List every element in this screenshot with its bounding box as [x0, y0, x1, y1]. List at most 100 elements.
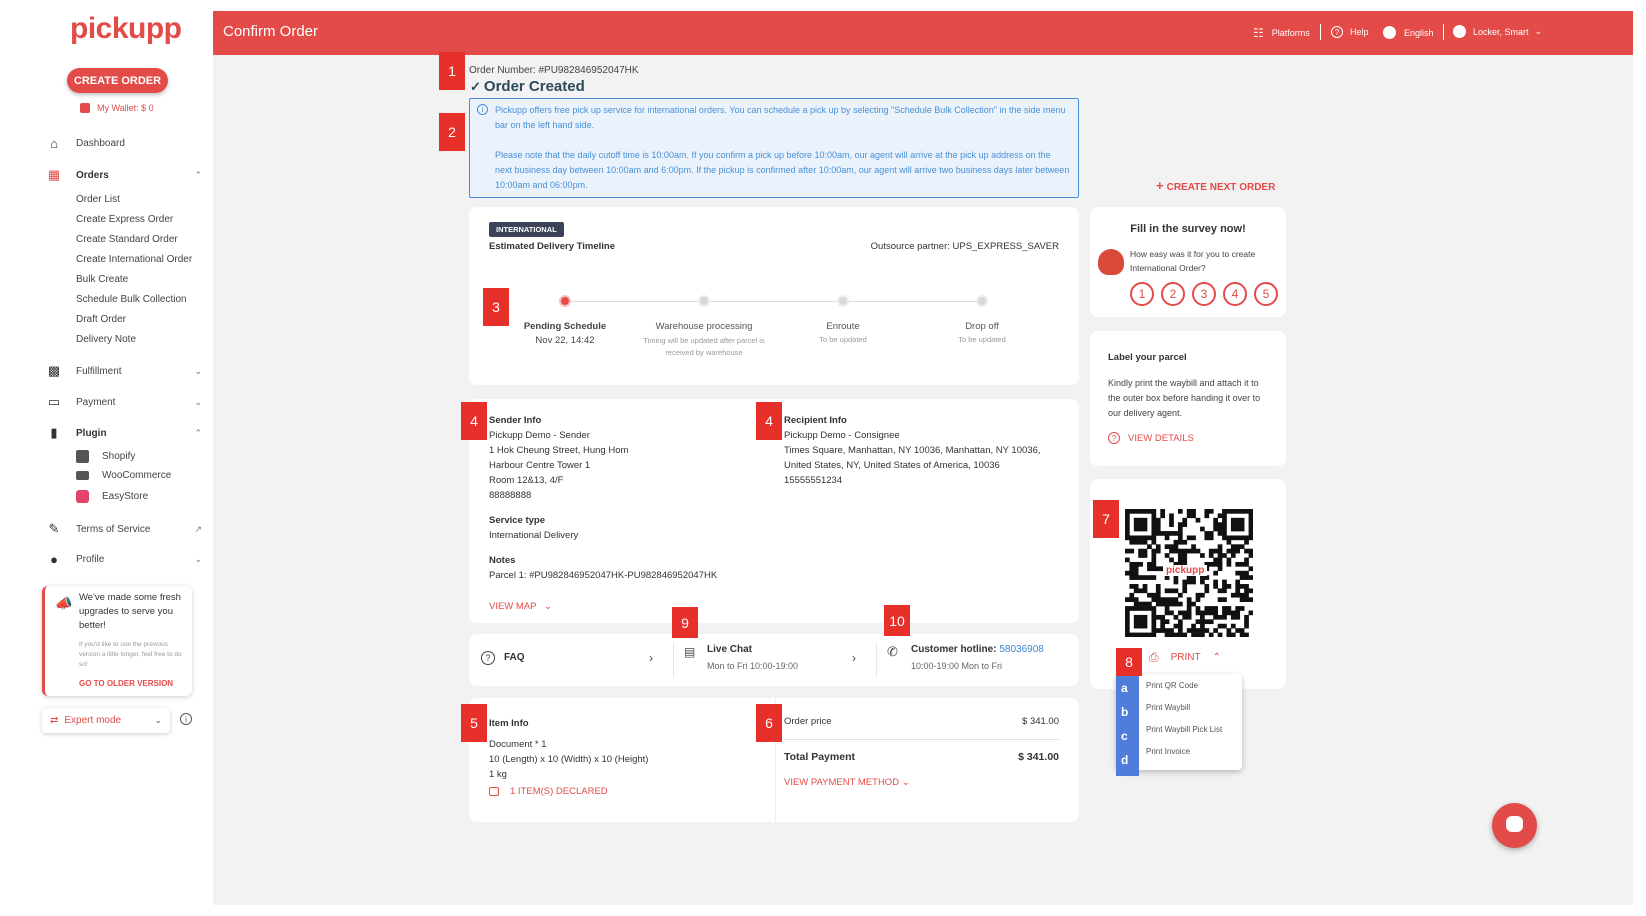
qr-module [1230, 592, 1236, 598]
nav-orders[interactable]: ▦ Orders ⌃ [44, 167, 202, 183]
print-waybill-pick-list-option[interactable]: Print Waybill Pick List [1146, 725, 1222, 734]
sidebar-item-create-standard-order[interactable]: Create Standard Order [76, 234, 178, 245]
qr-module [1142, 522, 1148, 527]
qr-module [1239, 544, 1245, 550]
rating-5-button[interactable]: 5 [1254, 282, 1278, 306]
grid-icon: ☷ [1253, 26, 1264, 40]
view-map-link[interactable]: VIEW MAP ⌄ [489, 601, 552, 612]
sidebar-item-create-express-order[interactable]: Create Express Order [76, 214, 173, 225]
qr-module [1226, 610, 1232, 616]
qr-module [1138, 517, 1143, 523]
faq-link[interactable]: ? FAQ › [469, 634, 673, 686]
live-chat-link[interactable]: ▤ Live Chat Mon to Fri 10:00-19:00 › [674, 634, 876, 686]
create-order-button[interactable]: CREATE ORDER [67, 68, 168, 93]
chat-launcher-button[interactable] [1492, 803, 1537, 848]
qr-module [1230, 553, 1236, 558]
sidebar-item-create-international-order[interactable]: Create International Order [76, 254, 192, 265]
platforms-menu[interactable]: ☷ Platforms [1253, 26, 1310, 40]
qr-module [1129, 561, 1135, 567]
qr-module [1217, 561, 1223, 567]
qr-module [1169, 548, 1174, 554]
qr-module [1133, 584, 1139, 589]
annotation-badge: 2 [439, 113, 465, 151]
qr-module [1142, 575, 1148, 580]
qr-module [1204, 531, 1210, 536]
nav-dashboard[interactable]: ⌂ Dashboard [44, 136, 125, 151]
sidebar-item-easystore[interactable]: EasyStore [76, 490, 148, 503]
older-version-link[interactable]: GO TO OLDER VERSION [79, 679, 173, 688]
mascot-icon [1098, 249, 1124, 275]
rating-1-button[interactable]: 1 [1130, 282, 1154, 306]
qr-module [1142, 548, 1148, 554]
nav-plugin[interactable]: ▮ Plugin ⌃ [44, 425, 202, 441]
nav-payment[interactable]: ▭ Payment ⌄ [44, 394, 202, 410]
nav-fulfillment[interactable]: ▩ Fulfillment ⌄ [44, 363, 202, 379]
qr-module [1182, 579, 1188, 585]
nav-terms[interactable]: ✎ Terms of Service ↗ [44, 521, 202, 537]
hotline-number[interactable]: 58036908 [999, 644, 1044, 655]
language-menu[interactable]: English [1383, 26, 1434, 39]
qr-module [1177, 535, 1183, 541]
qr-module [1173, 548, 1179, 554]
qr-module [1182, 632, 1188, 638]
sidebar-item-schedule-bulk-collection[interactable]: Schedule Bulk Collection [76, 294, 187, 305]
qr-module [1217, 632, 1223, 638]
help-menu[interactable]: ? Help [1331, 26, 1369, 38]
qr-module [1151, 614, 1157, 620]
sidebar-item-draft-order[interactable]: Draft Order [76, 314, 126, 325]
qr-module [1151, 553, 1157, 558]
qr-module [1186, 601, 1192, 607]
qr-module [1129, 632, 1135, 638]
notes-title: Notes [489, 555, 516, 566]
qr-module [1235, 614, 1241, 620]
view-details-link[interactable]: ? VIEW DETAILS [1108, 432, 1194, 444]
qr-module [1244, 632, 1249, 638]
qr-module [1186, 579, 1192, 585]
qr-module [1169, 513, 1174, 519]
live-chat-title: Live Chat [707, 644, 753, 655]
print-waybill-option[interactable]: Print Waybill [1146, 703, 1190, 712]
sidebar-item-delivery-note[interactable]: Delivery Note [76, 334, 136, 345]
qr-module [1244, 584, 1249, 589]
qr-module [1226, 584, 1232, 589]
qr-module [1147, 544, 1152, 550]
qr-module [1129, 584, 1135, 589]
expert-mode-select[interactable]: ⇄ Expert mode ⌄ [42, 708, 170, 733]
wallet-link[interactable]: My Wallet: $ 0 [80, 103, 154, 113]
sidebar-item-order-list[interactable]: Order List [76, 194, 120, 205]
qr-module [1169, 517, 1174, 523]
qr-module [1147, 509, 1152, 514]
qr-module [1230, 526, 1236, 532]
nav-profile[interactable]: ● Profile ⌄ [44, 552, 202, 567]
qr-module [1138, 588, 1143, 594]
qr-module [1151, 526, 1157, 532]
qr-module [1169, 597, 1174, 602]
items-declared-link[interactable]: 1 ITEM(S) DECLARED [489, 786, 608, 797]
sidebar-item-woocommerce[interactable]: WooCommerce [76, 470, 171, 481]
info-icon[interactable]: i [180, 713, 192, 725]
print-qr-code-option[interactable]: Print QR Code [1146, 681, 1198, 690]
print-invoice-option[interactable]: Print Invoice [1146, 747, 1190, 756]
rating-2-button[interactable]: 2 [1161, 282, 1185, 306]
qr-module [1133, 570, 1139, 576]
qr-module [1195, 619, 1201, 625]
label-title: Label your parcel [1108, 352, 1187, 363]
rating-4-button[interactable]: 4 [1223, 282, 1247, 306]
chevron-up-icon: ⌃ [1212, 652, 1221, 663]
order-status-text: Order Created [483, 78, 585, 95]
qr-module [1133, 606, 1139, 611]
qr-module [1125, 597, 1130, 602]
qr-module [1129, 548, 1135, 554]
view-payment-method-link[interactable]: VIEW PAYMENT METHOD ⌄ [784, 777, 910, 788]
sidebar-item-bulk-create[interactable]: Bulk Create [76, 274, 128, 285]
sidebar-item-shopify[interactable]: Shopify [76, 450, 135, 463]
user-menu[interactable]: Locker, Smart ⌄ [1453, 25, 1542, 38]
qr-module [1186, 509, 1192, 514]
qr-module [1133, 526, 1139, 532]
qr-module [1235, 592, 1241, 598]
qr-module [1142, 553, 1148, 558]
print-button[interactable]: ⎙ PRINT ⌃ [1149, 650, 1221, 665]
create-next-order-link[interactable]: + CREATE NEXT ORDER [1156, 178, 1275, 193]
qr-module [1177, 539, 1183, 545]
rating-3-button[interactable]: 3 [1192, 282, 1216, 306]
